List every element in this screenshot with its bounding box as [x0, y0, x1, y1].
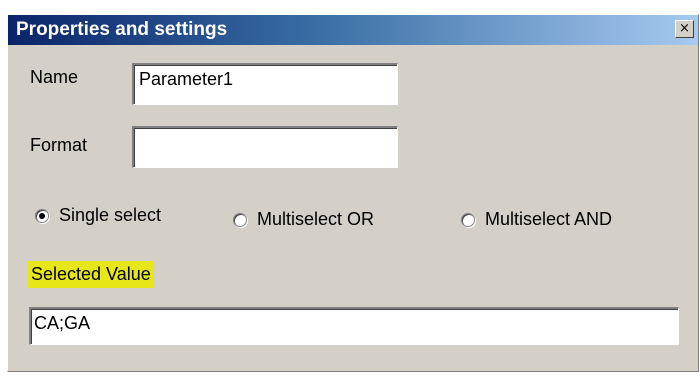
format-label: Format [30, 135, 88, 155]
name-input[interactable]: Parameter1 [132, 63, 398, 105]
radio-multiselect-or[interactable]: Multiselect OR [233, 209, 374, 230]
dialog-title: Properties and settings [16, 19, 228, 40]
selected-value-label: Selected Value [28, 261, 154, 288]
selected-value-input[interactable]: CA;GA [29, 307, 679, 345]
close-icon: × [679, 21, 690, 36]
properties-dialog: Properties and settings × Name Parameter… [7, 14, 699, 372]
radio-button-checked[interactable] [35, 208, 49, 223]
radio-label-multi-and: Multiselect AND [485, 209, 613, 229]
radio-button[interactable] [461, 212, 475, 227]
title-bar[interactable]: Properties and settings × [8, 15, 698, 45]
radio-label-single: Single select [59, 205, 162, 225]
close-button[interactable]: × [675, 20, 694, 38]
radio-multiselect-and[interactable]: Multiselect AND [461, 209, 612, 230]
radio-single-select[interactable]: Single select [35, 205, 161, 226]
name-label: Name [30, 67, 79, 87]
format-input[interactable] [132, 126, 398, 168]
radio-button[interactable] [233, 212, 247, 227]
radio-label-multi-or: Multiselect OR [257, 209, 375, 229]
